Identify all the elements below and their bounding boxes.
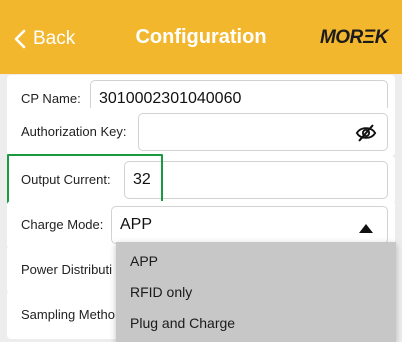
eye-slash-icon[interactable] <box>355 122 377 144</box>
caret-up-icon <box>359 224 373 233</box>
authorization-key-label: Authorization Key: <box>21 124 127 139</box>
charge-mode-option-rfid-only[interactable]: RFID only <box>130 281 192 303</box>
header-bar: Back Configuration MORΞK <box>0 0 402 74</box>
output-current-row: Output Current: 32 <box>7 156 395 204</box>
charge-mode-option-app[interactable]: APP <box>130 250 158 272</box>
output-current-field[interactable]: 32 <box>124 161 388 199</box>
sampling-method-label: Sampling Metho <box>21 307 115 322</box>
charge-mode-select[interactable]: APP <box>111 206 388 244</box>
cp-name-label: CP Name: <box>21 91 81 106</box>
authorization-key-row: Authorization Key: <box>7 108 395 156</box>
charge-mode-dropdown: APP RFID only Plug and Charge <box>116 242 396 342</box>
authorization-key-field[interactable] <box>138 113 388 151</box>
cp-name-value: 3010002301040060 <box>99 90 242 107</box>
charge-mode-option-plug-and-charge[interactable]: Plug and Charge <box>130 312 235 334</box>
charge-mode-label: Charge Mode: <box>21 217 104 232</box>
brand-logo: MORΞK <box>319 27 389 48</box>
power-distribution-label: Power Distributi <box>21 262 113 277</box>
charge-mode-value: APP <box>120 216 153 233</box>
output-current-label: Output Current: <box>21 172 111 187</box>
output-current-value: 32 <box>133 171 151 188</box>
configuration-screen: Back Configuration MORΞK CP Name: 301000… <box>0 0 402 342</box>
